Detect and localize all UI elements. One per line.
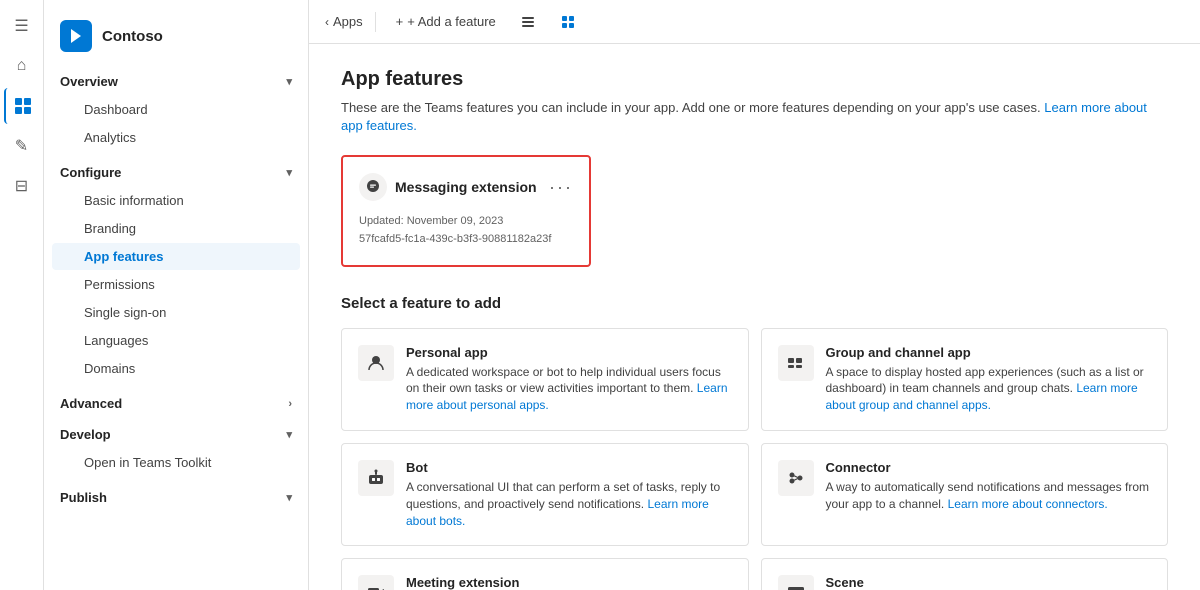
nav-section-configure[interactable]: Configure ▾ [44, 159, 308, 186]
back-label: Apps [333, 14, 363, 29]
back-button[interactable]: ‹ Apps [325, 14, 363, 29]
scene-title: Scene [826, 575, 1152, 590]
table-icon[interactable]: ⊟ [4, 168, 40, 204]
page-title: App features [341, 68, 1168, 91]
nav-section-develop[interactable]: Develop ▾ [44, 421, 308, 448]
personal-app-desc: A dedicated workspace or bot to help ind… [406, 364, 732, 414]
hamburger-icon[interactable]: ☰ [4, 8, 40, 44]
feature-card-header: Messaging extension ··· [359, 173, 573, 201]
connector-learn-more[interactable]: Learn more about connectors. [948, 497, 1108, 511]
personal-app-content: Personal app A dedicated workspace or bo… [406, 345, 732, 414]
nav-item-basic-info[interactable]: Basic information [52, 187, 300, 214]
meeting-extension-icon [358, 575, 394, 590]
personal-app-title: Personal app [406, 345, 732, 360]
back-chevron-icon: ‹ [325, 15, 329, 29]
group-channel-desc: A space to display hosted app experience… [826, 364, 1152, 414]
nav-item-analytics[interactable]: Analytics [52, 124, 300, 151]
left-rail: ☰ ⌂ ✎ ⊟ [0, 0, 44, 590]
advanced-chevron: › [288, 398, 292, 410]
group-channel-learn-more[interactable]: Learn more about group and channel apps. [826, 381, 1138, 412]
nav-item-dashboard[interactable]: Dashboard [52, 96, 300, 123]
group-channel-app-icon [778, 345, 814, 381]
develop-label: Develop [60, 427, 111, 442]
meeting-extension-content: Meeting extension Options for integratin… [406, 575, 732, 590]
personal-app-learn-more[interactable]: Learn more about personal apps. [406, 381, 728, 412]
publish-chevron: ▾ [286, 491, 292, 504]
connector-option[interactable]: Connector A way to automatically send no… [761, 443, 1169, 546]
overview-label: Overview [60, 74, 118, 89]
home-icon[interactable]: ⌂ [4, 48, 40, 84]
develop-chevron: ▾ [286, 428, 292, 441]
personal-app-icon [358, 345, 394, 381]
app-name: Contoso [102, 28, 163, 45]
scene-icon [778, 575, 814, 590]
sidebar: Contoso Overview ▾ Dashboard Analytics C… [44, 0, 309, 590]
topbar: ‹ Apps + + Add a feature [309, 0, 1200, 44]
connector-title: Connector [826, 460, 1152, 475]
main-area: ‹ Apps + + Add a feature App features [309, 0, 1200, 590]
nav-item-permissions[interactable]: Permissions [52, 271, 300, 298]
nav-item-app-features[interactable]: App features [52, 243, 300, 270]
feature-card-more-button[interactable]: ··· [549, 177, 573, 198]
feature-updated: Updated: November 09, 2023 [359, 213, 573, 231]
topbar-divider [375, 12, 376, 32]
app-logo [60, 20, 92, 52]
advanced-label: Advanced [60, 396, 122, 411]
feature-card-meta: Updated: November 09, 2023 57fcafd5-fc1a… [359, 213, 573, 248]
nav-item-teams-toolkit[interactable]: Open in Teams Toolkit [52, 449, 300, 476]
page-content: App features These are the Teams feature… [309, 44, 1200, 590]
bot-icon [358, 460, 394, 496]
personal-app-option[interactable]: Personal app A dedicated workspace or bo… [341, 328, 749, 431]
features-grid: Personal app A dedicated workspace or bo… [341, 328, 1168, 590]
configure-chevron: ▾ [286, 166, 292, 179]
group-channel-app-option[interactable]: Group and channel app A space to display… [761, 328, 1169, 431]
publish-label: Publish [60, 490, 107, 505]
meeting-extension-option[interactable]: Meeting extension Options for integratin… [341, 558, 749, 590]
messaging-extension-card[interactable]: Messaging extension ··· Updated: Novembe… [341, 155, 591, 266]
nav-item-domains[interactable]: Domains [52, 355, 300, 382]
nav-item-sso[interactable]: Single sign-on [52, 299, 300, 326]
add-feature-label: + Add a feature [407, 14, 496, 29]
connector-icon [778, 460, 814, 496]
bot-content: Bot A conversational UI that can perform… [406, 460, 732, 529]
bot-desc: A conversational UI that can perform a s… [406, 479, 732, 529]
scene-option[interactable]: Scene A custom virtual scene people can … [761, 558, 1169, 590]
nav-section-overview[interactable]: Overview ▾ [44, 68, 308, 95]
list-view-button[interactable] [512, 6, 544, 38]
connector-desc: A way to automatically send notification… [826, 479, 1152, 513]
feature-id: 57fcafd5-fc1a-439c-b3f3-90881182a23f [359, 231, 573, 249]
group-channel-title: Group and channel app [826, 345, 1152, 360]
grid-view-button[interactable] [552, 6, 584, 38]
add-icon: + [396, 14, 404, 29]
feature-card-name: Messaging extension [395, 179, 537, 195]
nav-section-publish[interactable]: Publish ▾ [44, 484, 308, 511]
page-desc-text: These are the Teams features you can inc… [341, 100, 1041, 115]
feature-card-title-row: Messaging extension [359, 173, 537, 201]
add-feature-button[interactable]: + + Add a feature [388, 6, 504, 38]
apps-icon[interactable] [4, 88, 40, 124]
scene-content: Scene A custom virtual scene people can … [826, 575, 1152, 590]
page-description: These are the Teams features you can inc… [341, 99, 1168, 135]
select-feature-title: Select a feature to add [341, 295, 1168, 312]
meeting-extension-title: Meeting extension [406, 575, 732, 590]
overview-chevron: ▾ [286, 75, 292, 88]
bot-option[interactable]: Bot A conversational UI that can perform… [341, 443, 749, 546]
group-channel-content: Group and channel app A space to display… [826, 345, 1152, 414]
nav-item-languages[interactable]: Languages [52, 327, 300, 354]
messaging-extension-icon [359, 173, 387, 201]
app-header: Contoso [44, 12, 308, 68]
bot-learn-more[interactable]: Learn more about bots. [406, 497, 709, 528]
configure-label: Configure [60, 165, 121, 180]
edit-icon[interactable]: ✎ [4, 128, 40, 164]
nav-item-branding[interactable]: Branding [52, 215, 300, 242]
nav-section-advanced[interactable]: Advanced › [44, 390, 308, 417]
bot-title: Bot [406, 460, 732, 475]
connector-content: Connector A way to automatically send no… [826, 460, 1152, 513]
